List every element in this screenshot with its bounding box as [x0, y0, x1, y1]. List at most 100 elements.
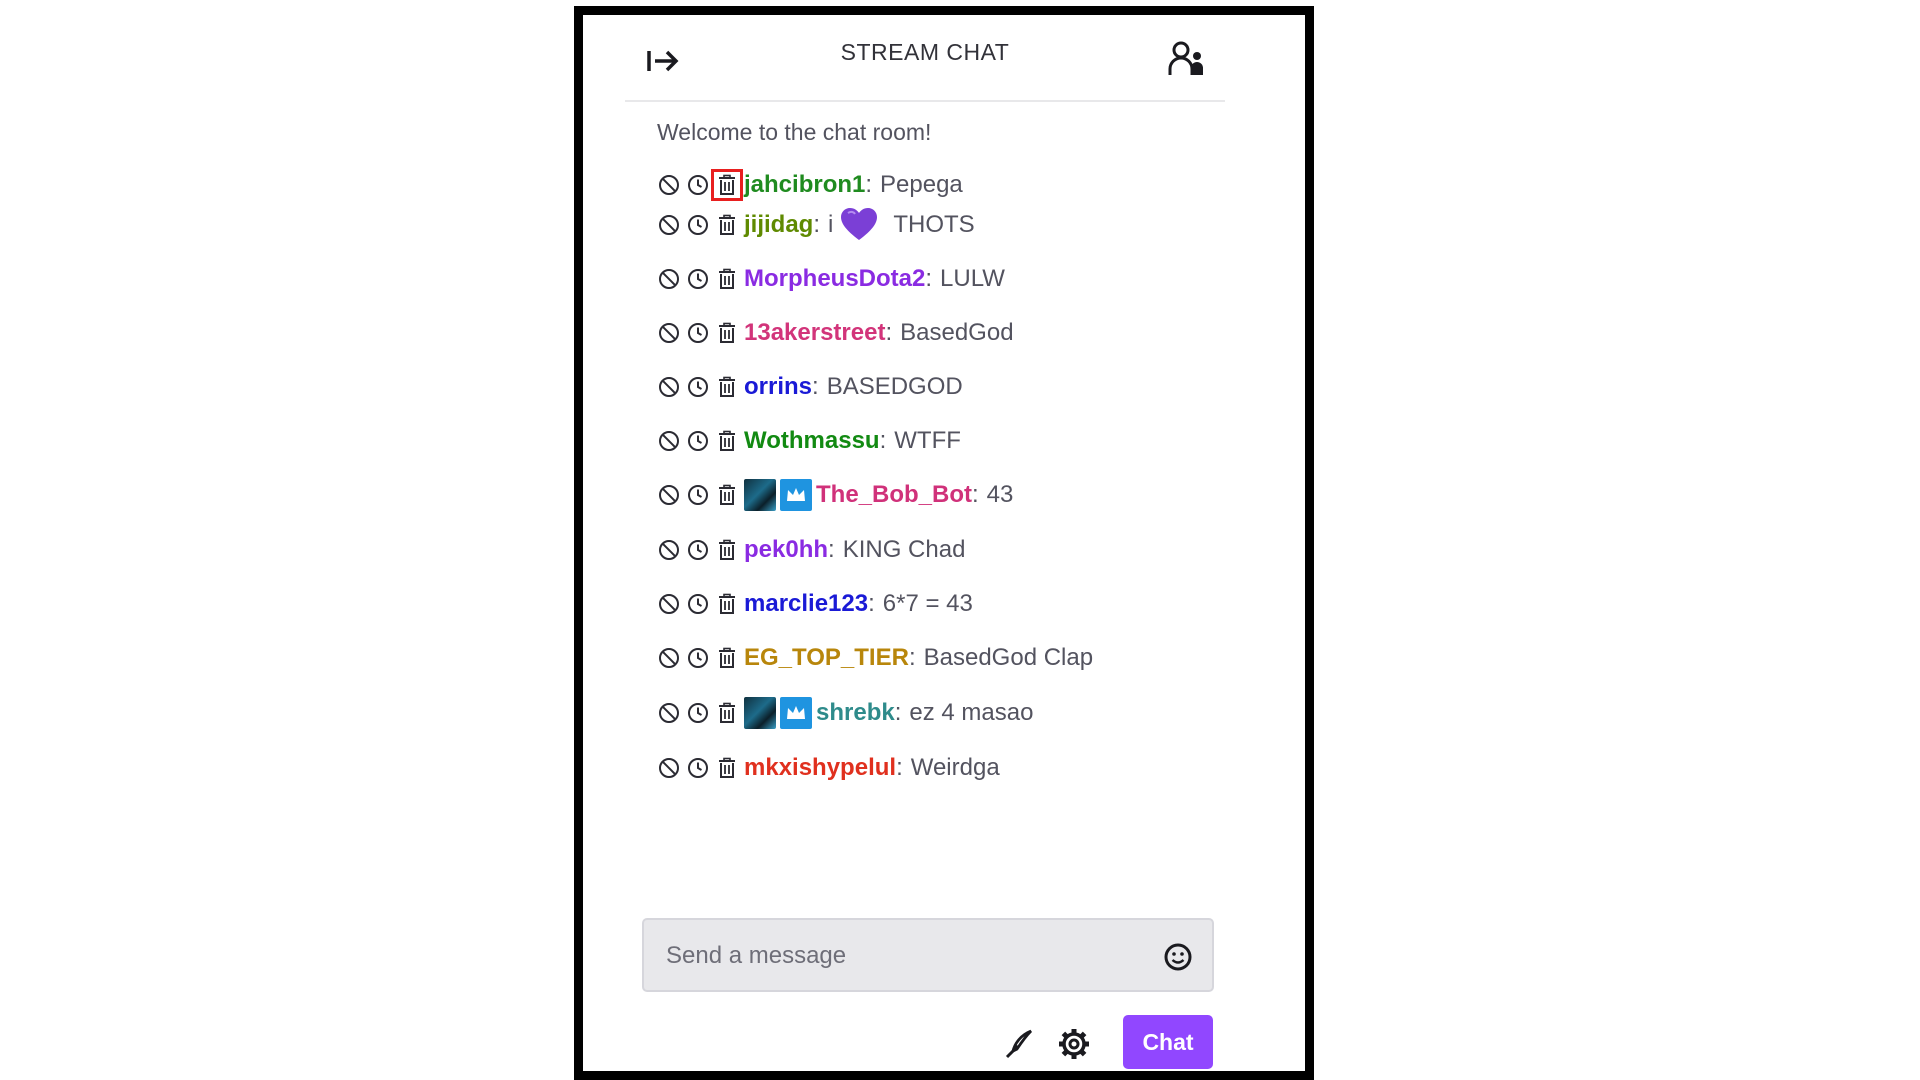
purple-heart-emote-icon: [841, 208, 878, 240]
delete-message-icon[interactable]: [715, 267, 739, 291]
avatar-badge[interactable]: [744, 479, 776, 511]
message-text: THOTS: [893, 211, 975, 238]
message-input[interactable]: [664, 920, 1148, 992]
chat-username[interactable]: jahcibron1: [744, 171, 865, 199]
message-text: BASEDGOD: [826, 373, 963, 400]
delete-message-icon[interactable]: [715, 701, 739, 725]
username-separator: :: [925, 265, 933, 292]
emoji-picker-icon[interactable]: [1162, 941, 1194, 973]
timeout-user-icon[interactable]: [686, 321, 710, 345]
delete-message-icon[interactable]: [715, 538, 739, 562]
username-separator: :: [868, 590, 875, 617]
ban-user-icon[interactable]: [657, 701, 681, 725]
delete-message-icon[interactable]: [715, 213, 739, 237]
ban-user-icon[interactable]: [657, 646, 681, 670]
chat-username[interactable]: mkxishypelul: [744, 754, 896, 782]
message-text: KING Chad: [842, 536, 966, 563]
username-separator: :: [885, 319, 893, 346]
chat-message: shrebk: ez 4 masao: [657, 693, 1033, 733]
settings-gear-icon[interactable]: [1057, 1027, 1091, 1061]
chat-username[interactable]: MorpheusDota2: [744, 265, 925, 293]
username-separator: :: [879, 427, 887, 454]
chat-username[interactable]: EG_TOP_TIER: [744, 644, 909, 672]
chat-username[interactable]: 13akerstreet: [744, 319, 885, 347]
chat-message: jahcibron1: Pepega: [657, 165, 963, 205]
chat-message: jijidag: i THOTS: [657, 205, 975, 245]
ban-user-icon[interactable]: [657, 173, 681, 197]
username-separator: :: [972, 481, 979, 508]
delete-message-icon[interactable]: [715, 321, 739, 345]
message-text: LULW: [940, 265, 1005, 292]
ban-user-icon[interactable]: [657, 213, 681, 237]
message-text: Pepega: [880, 171, 963, 198]
timeout-user-icon[interactable]: [686, 173, 710, 197]
chat-username[interactable]: Wothmassu: [744, 427, 880, 455]
timeout-user-icon[interactable]: [686, 646, 710, 670]
timeout-user-icon[interactable]: [686, 701, 710, 725]
chat-username[interactable]: marclie123: [744, 590, 868, 618]
chat-title: STREAM CHAT: [840, 39, 1010, 65]
username-separator: :: [813, 211, 821, 238]
delete-message-icon[interactable]: [711, 169, 743, 201]
chat-username[interactable]: shrebk: [816, 699, 895, 727]
timeout-user-icon[interactable]: [686, 592, 710, 616]
bits-feather-icon[interactable]: [1003, 1027, 1037, 1061]
ban-user-icon[interactable]: [657, 321, 681, 345]
chat-message: Wothmassu: WTFF: [657, 421, 961, 461]
welcome-message: Welcome to the chat room!: [657, 119, 932, 145]
message-text: Weirdga: [910, 754, 1000, 781]
chat-message: EG_TOP_TIER: BasedGod Clap: [657, 638, 1093, 678]
ban-user-icon[interactable]: [657, 756, 681, 780]
username-separator: :: [894, 699, 902, 726]
message-text: ez 4 masao: [909, 699, 1034, 726]
delete-message-icon[interactable]: [715, 429, 739, 453]
delete-message-icon[interactable]: [715, 483, 739, 507]
delete-message-icon[interactable]: [715, 756, 739, 780]
chat-message: mkxishypelul: Weirdga: [657, 748, 1000, 788]
username-separator: :: [908, 644, 916, 671]
username-separator: :: [896, 754, 903, 781]
delete-message-icon[interactable]: [715, 592, 739, 616]
chat-message: MorpheusDota2: LULW: [657, 259, 1005, 299]
message-text: 43: [986, 481, 1014, 508]
ban-user-icon[interactable]: [657, 483, 681, 507]
avatar-badge[interactable]: [744, 697, 776, 729]
community-users-icon[interactable]: [1167, 39, 1207, 79]
ban-user-icon[interactable]: [657, 429, 681, 453]
ban-user-icon[interactable]: [657, 267, 681, 291]
message-text: BasedGod: [900, 319, 1014, 346]
message-text: BasedGod Clap: [923, 644, 1094, 671]
delete-message-icon[interactable]: [715, 375, 739, 399]
chat-message: orrins: BASEDGOD: [657, 367, 963, 407]
username-separator: :: [828, 536, 835, 563]
ban-user-icon[interactable]: [657, 592, 681, 616]
timeout-user-icon[interactable]: [686, 213, 710, 237]
send-chat-button[interactable]: Chat: [1123, 1015, 1213, 1069]
chat-message: marclie123:6*7 = 43: [657, 584, 973, 624]
chat-username[interactable]: orrins: [744, 373, 812, 401]
username-separator: :: [812, 373, 819, 400]
chat-message: 13akerstreet: BasedGod: [657, 313, 1014, 353]
chat-username[interactable]: The_Bob_Bot: [816, 481, 972, 509]
chat-username[interactable]: pek0hh: [744, 536, 828, 564]
crown-badge-icon[interactable]: [780, 479, 812, 511]
chat-message: The_Bob_Bot:43: [657, 475, 1013, 515]
chat-message: pek0hh: KING Chad: [657, 530, 965, 570]
timeout-user-icon[interactable]: [686, 267, 710, 291]
ban-user-icon[interactable]: [657, 538, 681, 562]
message-text: i: [828, 211, 834, 238]
timeout-user-icon[interactable]: [686, 538, 710, 562]
crown-badge-icon[interactable]: [780, 697, 812, 729]
timeout-user-icon[interactable]: [686, 375, 710, 399]
chat-username[interactable]: jijidag: [744, 211, 813, 239]
timeout-user-icon[interactable]: [686, 483, 710, 507]
message-text: WTFF: [894, 427, 961, 454]
message-input-container: [642, 918, 1214, 992]
chat-header: STREAM CHAT: [625, 15, 1225, 102]
timeout-user-icon[interactable]: [686, 429, 710, 453]
ban-user-icon[interactable]: [657, 375, 681, 399]
delete-message-icon[interactable]: [715, 646, 739, 670]
username-separator: :: [865, 171, 873, 198]
timeout-user-icon[interactable]: [686, 756, 710, 780]
message-text: 6*7 = 43: [882, 590, 973, 617]
